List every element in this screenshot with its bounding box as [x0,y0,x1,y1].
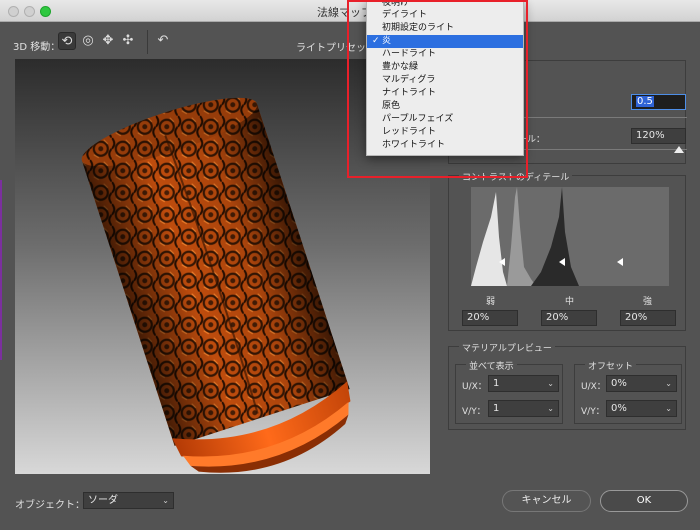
object-dropdown[interactable]: ソーダ ⌄ [83,492,174,509]
slide-icon[interactable]: ✣ [119,32,137,50]
3d-move-label: 3D 移動： [13,42,61,53]
reset-view-icon[interactable]: ↶ [154,32,172,50]
mid-label: 中 [565,297,575,307]
toolbar-divider [147,30,148,54]
pan-icon[interactable]: ✥ [99,32,117,50]
mid-contrast-field[interactable]: 20% [541,310,597,326]
can-body [81,97,351,473]
object-label: オブジェクト： [15,500,85,511]
tile-ux-dropdown[interactable]: 1 ⌄ [488,375,559,392]
rotate-icon[interactable]: ⟲ [58,32,76,50]
high-contrast-marker[interactable] [617,258,623,266]
low-contrast-field[interactable]: 20% [462,310,518,326]
scale-slider-thumb[interactable] [674,146,684,153]
ok-button[interactable]: OK [600,490,688,512]
chevron-down-icon: ⌄ [665,404,672,413]
height-field[interactable]: 0.5 [631,94,686,110]
chevron-down-icon: ⌄ [162,496,169,505]
tile-title: 並べて表示 [466,359,517,372]
scale-slider-track[interactable] [517,149,687,150]
background-window-edge [0,180,2,360]
chevron-down-icon: ⌄ [665,379,672,388]
low-label: 弱 [486,297,496,307]
tile-ux-label: U/X： [462,382,487,392]
chevron-down-icon: ⌄ [547,404,554,413]
roll-icon[interactable]: ◎ [79,32,97,50]
scale-field[interactable]: 120% [631,128,686,144]
height-slider-track[interactable] [517,117,687,118]
high-contrast-field[interactable]: 20% [620,310,676,326]
offset-ux-label: U/X： [581,382,606,392]
normal-map-dialog: 法線マップを 3D 移動： ⟲ ◎ ✥ ✣ ↶ ライトプリセット 0.5 ケール… [0,0,700,530]
offset-ux-dropdown[interactable]: 0% ⌄ [606,375,677,392]
offset-vy-dropdown[interactable]: 0% ⌄ [606,400,677,417]
tile-vy-label: V/Y： [462,407,486,417]
contrast-histogram [471,187,669,286]
material-preview-title: マテリアルプレビュー [459,341,555,354]
offset-title: オフセット [585,359,637,372]
offset-vy-label: V/Y： [581,407,605,417]
annotation-highlight-box [347,0,528,178]
cancel-button[interactable]: キャンセル [502,490,591,512]
high-label: 強 [643,297,653,307]
mid-contrast-marker[interactable] [559,258,565,266]
tile-vy-dropdown[interactable]: 1 ⌄ [488,400,559,417]
low-contrast-marker[interactable] [499,258,505,266]
chevron-down-icon: ⌄ [547,379,554,388]
